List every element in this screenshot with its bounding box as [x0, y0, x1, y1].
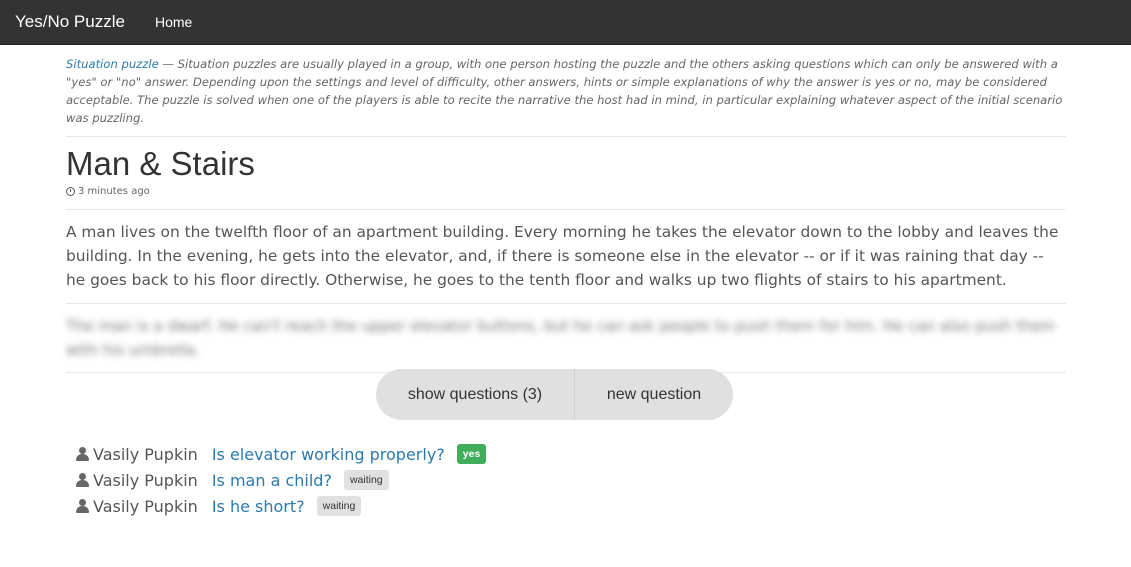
- nav-home-link[interactable]: Home: [155, 14, 192, 30]
- status-badge: yes: [456, 444, 487, 464]
- new-question-button[interactable]: new question: [574, 369, 733, 420]
- question-link[interactable]: Is he short?: [212, 497, 305, 516]
- puzzle-meta: 3 minutes ago: [66, 186, 1066, 210]
- situation-puzzle-link[interactable]: Situation puzzle: [66, 57, 159, 71]
- main-content: Situation puzzle — Situation puzzles are…: [66, 45, 1066, 516]
- clock-icon: [66, 187, 75, 196]
- question-row: Vasily Pupkin Is he short? waiting: [76, 493, 486, 519]
- question-author: Vasily Pupkin: [93, 470, 198, 490]
- user-icon: [76, 499, 89, 513]
- question-link[interactable]: Is man a child?: [212, 471, 332, 490]
- user-icon: [76, 447, 89, 461]
- question-author: Vasily Pupkin: [93, 444, 198, 464]
- status-badge: waiting: [343, 470, 389, 490]
- intro-text: Situation puzzle — Situation puzzles are…: [66, 55, 1066, 137]
- intro-description: — Situation puzzles are usually played i…: [66, 57, 1063, 125]
- brand-link[interactable]: Yes/No Puzzle: [15, 12, 125, 32]
- action-buttons: show questions (3) new question: [376, 369, 733, 420]
- status-badge: waiting: [316, 496, 362, 516]
- question-author: Vasily Pupkin: [93, 496, 198, 516]
- puzzle-story: A man lives on the twelfth floor of an a…: [66, 220, 1066, 304]
- navbar: Yes/No Puzzle Home: [0, 0, 1131, 45]
- question-link[interactable]: Is elevator working properly?: [212, 445, 445, 464]
- question-row: Vasily Pupkin Is man a child? waiting: [76, 467, 486, 493]
- answer-section: The man is a dwarf. He can't reach the u…: [66, 314, 1066, 373]
- user-icon: [76, 473, 89, 487]
- question-list: Vasily Pupkin Is elevator working proper…: [76, 441, 487, 519]
- show-questions-button[interactable]: show questions (3): [376, 369, 574, 420]
- timestamp: 3 minutes ago: [78, 186, 150, 197]
- hidden-answer[interactable]: The man is a dwarf. He can't reach the u…: [66, 314, 1066, 372]
- question-row: Vasily Pupkin Is elevator working proper…: [76, 441, 487, 467]
- page-title: Man & Stairs: [66, 145, 255, 182]
